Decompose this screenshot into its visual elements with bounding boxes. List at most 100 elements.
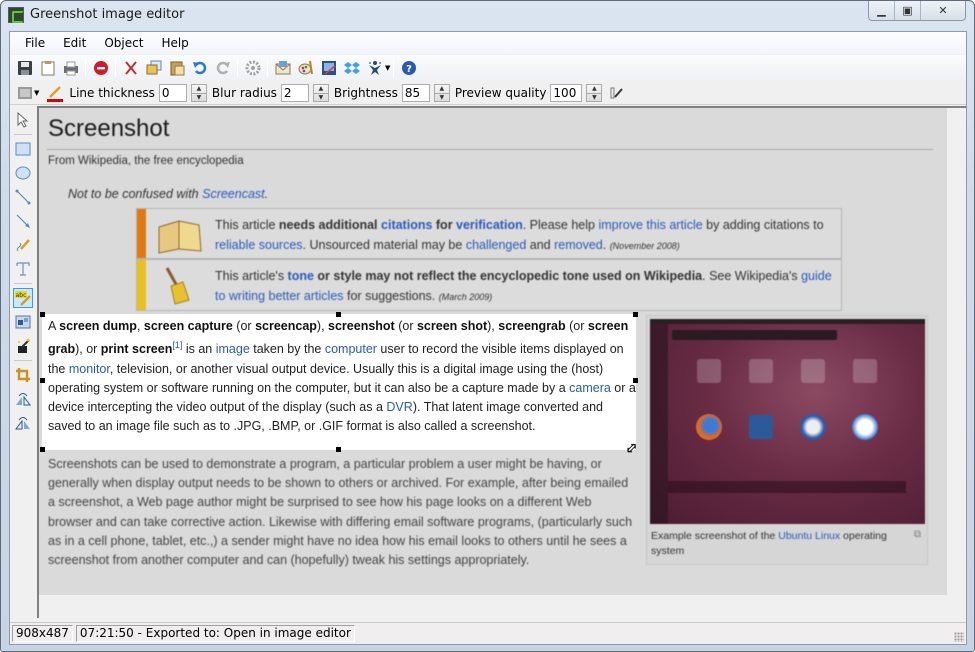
blur-radius-label: Blur radius (211, 85, 277, 100)
toolbar-separator (115, 59, 116, 77)
delete-button[interactable] (92, 59, 110, 77)
spin-up-icon[interactable]: ▲ (435, 85, 449, 93)
blur-radius-spin-buttons[interactable]: ▲ ▼ (312, 83, 329, 102)
fill-pattern-button[interactable] (16, 84, 34, 102)
undo-icon (192, 61, 206, 75)
status-message: 07:21:50 - Exported to: Open in image ed… (75, 625, 355, 642)
resize-handle-top-right[interactable] (633, 312, 638, 317)
confirm-button[interactable] (607, 84, 625, 102)
office-export-button[interactable] (320, 59, 338, 77)
highlighted-lead-paragraph[interactable]: A screen dump, screen capture (or screen… (42, 314, 636, 450)
hatnote: Not to be confused with Screencast. (68, 187, 269, 201)
menu-edit[interactable]: Edit (54, 36, 95, 50)
line-tool[interactable] (13, 187, 33, 207)
spin-down-icon[interactable]: ▼ (313, 92, 328, 102)
brightness-stepper[interactable]: 85 ▲ ▼ (401, 83, 450, 102)
resize-handle-top-left[interactable] (40, 312, 45, 317)
line-thickness-spin-buttons[interactable]: ▲ ▼ (190, 83, 207, 102)
clipboard-icon (41, 61, 54, 76)
cursor-icon (17, 112, 29, 128)
resize-handle-right[interactable] (633, 378, 638, 383)
open-in-paint-button[interactable] (297, 59, 315, 77)
crop-tool[interactable] (13, 365, 33, 385)
resize-handle-bottom[interactable] (336, 447, 341, 452)
menu-object[interactable]: Object (95, 36, 152, 50)
enlarge-icon: ⧉ (913, 529, 921, 540)
rotate-clockwise-icon (16, 393, 31, 406)
print-icon (63, 61, 78, 76)
rotate-counterclockwise-tool[interactable] (13, 413, 33, 433)
dropbox-icon (343, 62, 360, 74)
rectangle-tool[interactable] (13, 139, 33, 159)
effects-tool[interactable] (13, 336, 33, 356)
resize-handle-top[interactable] (336, 312, 341, 317)
spin-down-icon[interactable]: ▼ (191, 92, 206, 102)
office-icon (321, 61, 336, 75)
tool-separator (14, 134, 32, 135)
copy-to-clipboard-button[interactable] (39, 59, 57, 77)
title-bar[interactable]: Greenshot image editor ▁ ▣ ✕ (1, 1, 974, 31)
dropdown-arrow-icon[interactable]: ▼ (34, 89, 39, 97)
brightness-input[interactable]: 85 (401, 83, 430, 102)
spin-up-icon[interactable]: ▲ (192, 85, 206, 93)
freehand-tool[interactable] (13, 235, 33, 255)
toolbar-separator (267, 59, 268, 77)
preview-quality-label: Preview quality (454, 85, 547, 100)
arrow-icon (16, 214, 30, 228)
save-button[interactable] (16, 59, 34, 77)
blur-radius-input[interactable]: 2 (280, 83, 309, 102)
cut-icon (124, 61, 137, 75)
minimize-icon: ▁ (877, 4, 886, 17)
redo-button[interactable] (214, 59, 232, 77)
screencast-link: Screencast (202, 187, 265, 201)
settings-button[interactable] (244, 59, 262, 77)
obfuscate-tool[interactable] (13, 312, 33, 332)
save-icon (17, 61, 32, 75)
text-icon (16, 262, 30, 276)
magic-wand-icon (18, 338, 30, 353)
dropbox-button[interactable] (343, 59, 361, 77)
window-title: Greenshot image editor (30, 7, 185, 22)
rotate-counterclockwise-icon (15, 417, 30, 430)
ellipse-tool[interactable] (13, 163, 33, 183)
broom-icon (165, 267, 190, 305)
canvas-scroll-area[interactable]: Screenshot From Wikipedia, the free ency… (37, 106, 966, 618)
spin-up-icon[interactable]: ▲ (587, 85, 601, 93)
close-button[interactable]: ✕ (921, 1, 965, 20)
spin-down-icon[interactable]: ▼ (587, 92, 602, 102)
paste-button[interactable] (168, 59, 186, 77)
blur-radius-stepper[interactable]: 2 ▲ ▼ (280, 83, 329, 102)
cut-button[interactable] (122, 59, 140, 77)
menu-file[interactable]: File (16, 36, 54, 50)
preview-quality-spin-buttons[interactable]: ▲ ▼ (586, 83, 603, 102)
print-button[interactable] (62, 59, 80, 77)
dropdown-arrow-icon[interactable]: ▼ (385, 64, 390, 72)
maximize-button[interactable]: ▣ (895, 1, 921, 20)
line-thickness-stepper[interactable]: 0 ▲ ▼ (158, 83, 207, 102)
line-thickness-input[interactable]: 0 (158, 83, 187, 102)
arrow-tool[interactable] (13, 211, 33, 231)
image-canvas[interactable]: Screenshot From Wikipedia, the free ency… (39, 108, 947, 595)
brightness-spin-buttons[interactable]: ▲ ▼ (433, 83, 450, 102)
undo-button[interactable] (191, 59, 209, 77)
spin-down-icon[interactable]: ▼ (434, 92, 449, 102)
rotate-clockwise-tool[interactable] (13, 389, 33, 409)
copy-button[interactable] (145, 59, 163, 77)
preview-quality-stepper[interactable]: 100 ▲ ▼ (550, 83, 603, 102)
select-tool[interactable] (13, 110, 33, 130)
resize-grip[interactable] (954, 632, 964, 642)
line-color-button[interactable] (46, 84, 64, 102)
text-tool[interactable] (13, 259, 33, 279)
email-button[interactable] (274, 59, 292, 77)
resize-handle-left[interactable] (40, 378, 45, 383)
menu-help[interactable]: Help (152, 36, 197, 50)
resize-handle-bottom-left[interactable] (40, 447, 45, 452)
spin-up-icon[interactable]: ▲ (314, 85, 328, 93)
brightness-label: Brightness (333, 85, 398, 100)
minimize-button[interactable]: ▁ (869, 1, 895, 20)
svg-text:abc: abc (16, 292, 27, 299)
help-button[interactable]: ? (400, 59, 418, 77)
highlight-tool[interactable]: abc (13, 288, 33, 308)
imgur-button[interactable] (366, 59, 384, 77)
preview-quality-input[interactable]: 100 (550, 83, 583, 102)
